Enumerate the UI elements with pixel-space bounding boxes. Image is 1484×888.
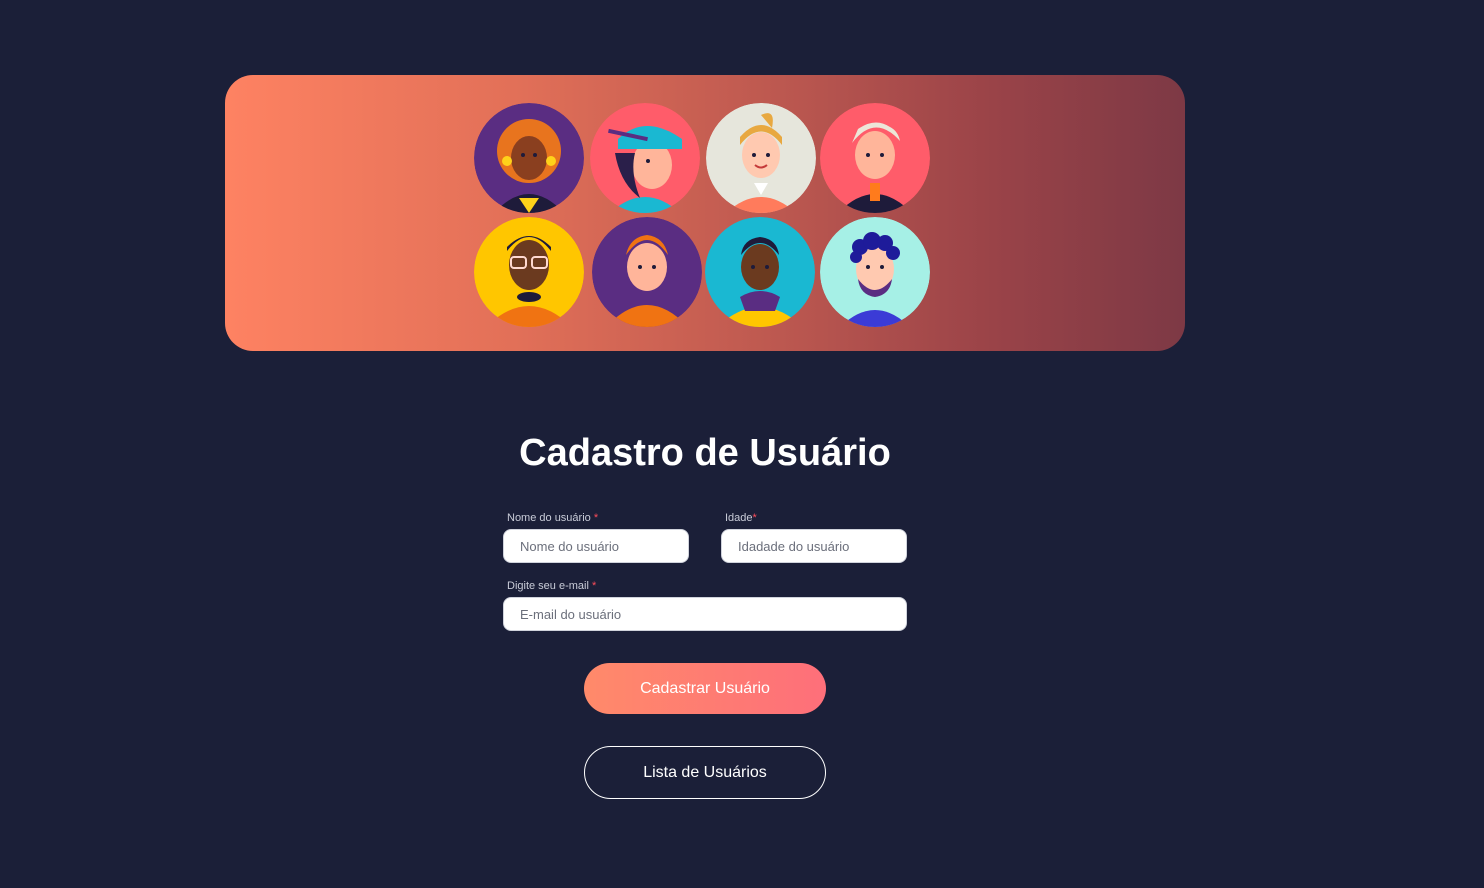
name-field-label: Nome do usuário * (507, 512, 598, 524)
required-mark: * (593, 512, 599, 524)
email-input[interactable] (503, 597, 907, 631)
avatar-woman-blue-cap-icon (590, 103, 700, 213)
avatar-woman-blonde-ponytail-icon (706, 103, 816, 213)
avatar-man-orange-hair-icon (592, 217, 702, 327)
required-mark: * (591, 580, 597, 592)
avatar-man-yellow-jacket-icon (705, 217, 815, 327)
name-input[interactable] (503, 529, 689, 563)
age-label-text: Idade (725, 512, 753, 524)
avatar-man-white-hair-icon (820, 103, 930, 213)
name-label-text: Nome do usuário (507, 512, 591, 524)
register-user-button[interactable]: Cadastrar Usuário (584, 663, 826, 714)
avatar-man-beard-curly-icon (820, 217, 930, 327)
avatar-woman-curly-orange-hair-icon (474, 103, 584, 213)
email-field-label: Digite seu e-mail * (507, 580, 596, 592)
header-banner (225, 75, 1185, 351)
avatar-grid (474, 103, 934, 327)
email-label-text: Digite seu e-mail (507, 580, 589, 592)
required-mark: * (752, 512, 757, 524)
user-list-button[interactable]: Lista de Usuários (584, 746, 826, 799)
age-field-label: Idade* (725, 512, 757, 524)
avatar-man-glasses-icon (474, 217, 584, 327)
age-input[interactable] (721, 529, 907, 563)
page-title: Cadastro de Usuário (519, 432, 891, 474)
